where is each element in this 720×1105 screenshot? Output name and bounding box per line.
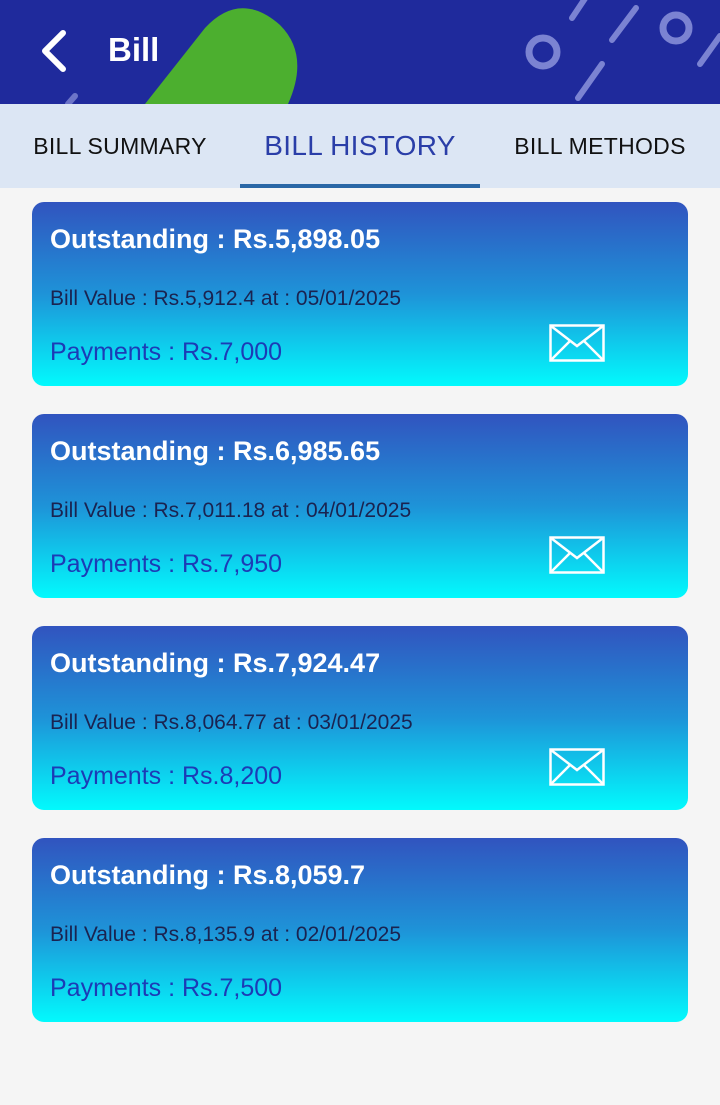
payments-amount: Payments : Rs.7,000 xyxy=(50,338,283,366)
bill-value: Bill Value : Rs.7,011.18 at : 04/01/2025 xyxy=(50,499,412,522)
mail-icon[interactable] xyxy=(549,748,605,786)
bill-card[interactable]: Outstanding : Rs.7,924.47 Bill Value : R… xyxy=(32,626,688,810)
back-chevron-icon xyxy=(42,30,66,72)
outstanding-amount: Outstanding : Rs.7,924.47 xyxy=(50,648,381,678)
mail-icon[interactable] xyxy=(549,536,605,574)
tab-bill-summary[interactable]: BILL SUMMARY xyxy=(0,104,240,188)
bill-card[interactable]: Outstanding : Rs.8,059.7 Bill Value : Rs… xyxy=(32,838,688,1022)
mail-icon[interactable] xyxy=(549,324,605,362)
payments-amount: Payments : Rs.8,200 xyxy=(50,762,283,790)
payments-amount: Payments : Rs.7,950 xyxy=(50,550,283,578)
bill-value: Bill Value : Rs.5,912.4 at : 05/01/2025 xyxy=(50,287,402,310)
tab-bill-methods[interactable]: BILL METHODS xyxy=(480,104,720,188)
bill-value: Bill Value : Rs.8,064.77 at : 03/01/2025 xyxy=(50,711,413,734)
bill-card[interactable]: Outstanding : Rs.6,985.65 Bill Value : R… xyxy=(32,414,688,598)
back-button[interactable] xyxy=(28,22,80,80)
page-title: Bill xyxy=(108,31,160,68)
outstanding-amount: Outstanding : Rs.5,898.05 xyxy=(50,224,381,254)
tab-bar: BILL SUMMARY BILL HISTORY BILL METHODS xyxy=(0,104,720,188)
outstanding-amount: Outstanding : Rs.8,059.7 xyxy=(50,860,366,890)
bill-card[interactable]: Outstanding : Rs.5,898.05 Bill Value : R… xyxy=(32,202,688,386)
bill-value: Bill Value : Rs.8,135.9 at : 02/01/2025 xyxy=(50,923,402,946)
payments-amount: Payments : Rs.7,500 xyxy=(50,974,283,1002)
bill-history-list: Outstanding : Rs.5,898.05 Bill Value : R… xyxy=(32,202,688,1050)
outstanding-amount: Outstanding : Rs.6,985.65 xyxy=(50,436,381,466)
tab-bill-history[interactable]: BILL HISTORY xyxy=(240,104,480,188)
app-header: Bill xyxy=(0,0,720,104)
